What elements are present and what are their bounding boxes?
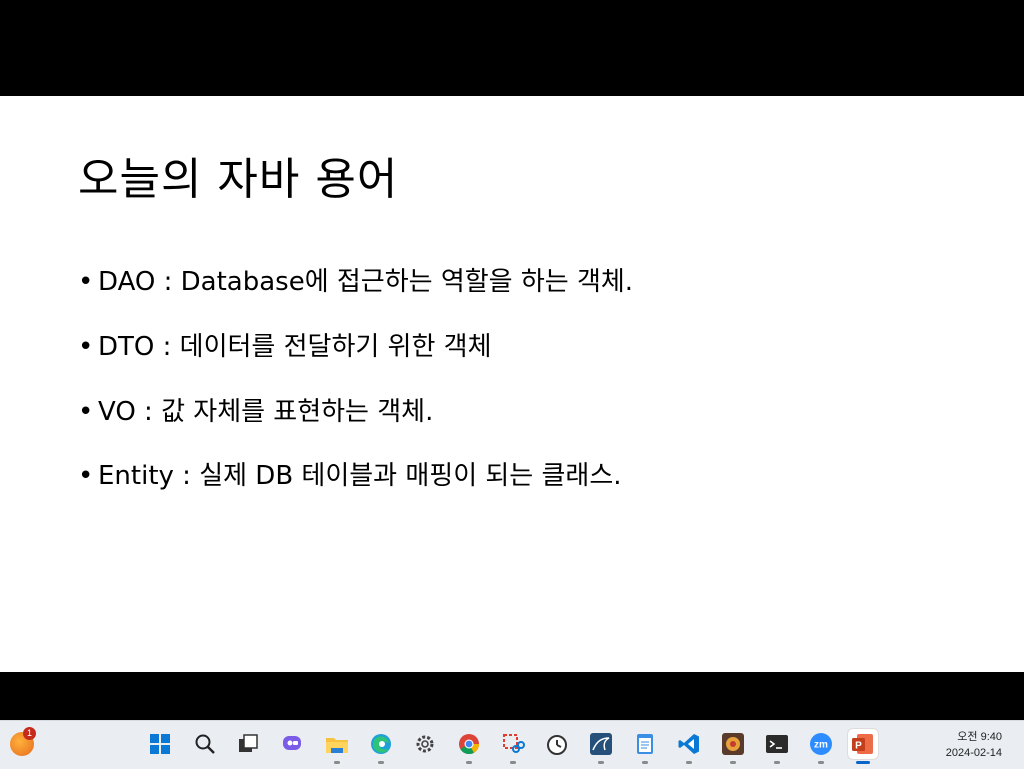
notification-badge: 1	[23, 727, 36, 740]
chrome-icon[interactable]	[454, 729, 484, 764]
chat-icon[interactable]	[277, 729, 307, 759]
bullet-entity: • Entity : 실제 DB 테이블과 매핑이 되는 클래스.	[78, 458, 622, 494]
clock-time: 오전 9:40	[957, 731, 1002, 743]
edge-icon[interactable]	[366, 729, 396, 764]
snipping-tool-icon[interactable]	[498, 729, 528, 764]
bullet-dto: • DTO : 데이터를 전달하기 위한 객체	[78, 329, 492, 365]
settings-icon[interactable]	[410, 729, 440, 759]
bullet-text: Entity : 실제 DB 테이블과 매핑이 되는 클래스.	[98, 461, 622, 491]
terminal-icon[interactable]	[762, 729, 792, 764]
powerpoint-icon[interactable]: P	[848, 729, 878, 764]
svg-text:P: P	[855, 741, 862, 752]
game-app-icon[interactable]	[718, 729, 748, 764]
bullet-text: DTO : 데이터를 전달하기 위한 객체	[98, 332, 492, 362]
system-clock[interactable]: 오전 9:40 2024-02-14	[946, 729, 1002, 761]
bullet-dao: • DAO : Database에 접근하는 역할을 하는 객체.	[78, 264, 633, 300]
mysql-workbench-icon[interactable]	[586, 729, 616, 764]
file-explorer-icon[interactable]	[322, 729, 352, 764]
search-icon[interactable]	[190, 729, 220, 759]
zoom-icon[interactable]: zm	[806, 729, 836, 764]
bullet-text: VO : 값 자체를 표현하는 객체.	[98, 397, 434, 427]
clock-date: 2024-02-14	[945, 747, 1002, 759]
bullet-vo: • VO : 값 자체를 표현하는 객체.	[78, 394, 433, 430]
notepad-icon[interactable]	[630, 729, 660, 764]
bullet-marker: •	[78, 332, 94, 362]
bullet-text: DAO : Database에 접근하는 역할을 하는 객체.	[98, 267, 634, 297]
bullet-marker: •	[78, 267, 94, 297]
task-view-icon[interactable]	[233, 729, 263, 759]
taskbar: 1 zm P 오전 9:40 2024-02-14	[0, 720, 1024, 769]
slide-title: 오늘의 자바 용어	[78, 154, 399, 205]
svg-text:zm: zm	[814, 740, 828, 751]
clock-app-icon[interactable]	[542, 729, 572, 759]
vscode-icon[interactable]	[674, 729, 704, 764]
windows-start-icon[interactable]	[145, 729, 175, 759]
bullet-marker: •	[78, 461, 94, 491]
bullet-marker: •	[78, 397, 94, 427]
